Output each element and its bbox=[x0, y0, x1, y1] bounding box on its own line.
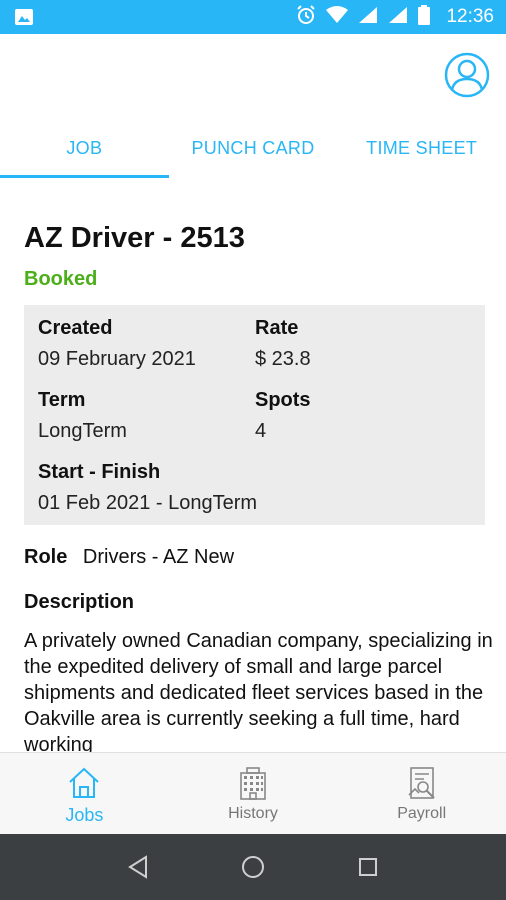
rate-cell: Rate $ 23.8 bbox=[255, 317, 311, 371]
tab-time-sheet[interactable]: TIME SHEET bbox=[337, 120, 506, 182]
back-triangle-icon bbox=[127, 855, 147, 879]
back-button[interactable] bbox=[118, 847, 158, 887]
alarm-icon bbox=[296, 4, 316, 30]
bottom-navigation: Jobs History Payroll bbox=[0, 752, 506, 834]
nav-history-label: History bbox=[228, 805, 278, 822]
spots-label: Spots bbox=[255, 389, 311, 411]
description-text: A privately owned Canadian company, spec… bbox=[24, 630, 493, 752]
battery-icon bbox=[418, 4, 431, 30]
user-icon bbox=[444, 52, 490, 98]
tab-punch-card[interactable]: PUNCH CARD bbox=[169, 120, 338, 182]
role-label: Role bbox=[24, 546, 68, 568]
job-status-badge: Booked bbox=[24, 268, 98, 290]
recents-square-icon bbox=[359, 858, 378, 876]
home-circle-icon bbox=[241, 856, 264, 878]
tab-job[interactable]: JOB bbox=[0, 120, 169, 182]
created-value: 09 February 2021 bbox=[38, 348, 196, 370]
start-finish-value: 01 Feb 2021 - LongTerm bbox=[38, 492, 258, 514]
start-finish-cell: Start - Finish 01 Feb 2021 - LongTerm bbox=[38, 461, 257, 515]
start-finish-label: Start - Finish bbox=[38, 461, 161, 483]
home-button[interactable] bbox=[233, 847, 273, 887]
signal-icon bbox=[358, 6, 378, 29]
created-cell: Created 09 February 2021 bbox=[38, 317, 196, 371]
wifi-icon bbox=[326, 5, 349, 29]
nav-payroll[interactable]: Payroll bbox=[337, 753, 506, 834]
status-time: 12:36 bbox=[446, 6, 494, 27]
created-label: Created bbox=[38, 317, 113, 339]
profile-avatar-button[interactable] bbox=[444, 52, 490, 98]
job-info-box: Created 09 February 2021 Rate $ 23.8 Ter… bbox=[24, 305, 485, 525]
role-value: Drivers - AZ New bbox=[82, 546, 235, 568]
building-icon bbox=[240, 767, 266, 800]
job-detail-content[interactable]: AZ Driver - 2513 Booked Created 09 Febru… bbox=[0, 182, 506, 752]
nav-jobs-label: Jobs bbox=[65, 805, 104, 825]
term-label: Term bbox=[38, 389, 86, 411]
image-notification-icon bbox=[14, 8, 34, 26]
spots-value: 4 bbox=[255, 420, 267, 442]
description-heading: Description bbox=[24, 591, 135, 613]
nav-payroll-label: Payroll bbox=[397, 805, 447, 822]
rate-value: $ 23.8 bbox=[255, 348, 311, 370]
nav-jobs[interactable]: Jobs bbox=[0, 753, 169, 834]
home-icon bbox=[69, 767, 100, 798]
payroll-icon bbox=[408, 767, 435, 799]
signal-icon-2 bbox=[388, 6, 408, 29]
system-navigation-bar bbox=[0, 834, 506, 900]
rate-label: Rate bbox=[255, 317, 299, 339]
role-row: Role Drivers - AZ New bbox=[24, 546, 234, 569]
tab-bar: JOB PUNCH CARD TIME SHEET bbox=[0, 120, 506, 182]
nav-history[interactable]: History bbox=[169, 753, 338, 834]
term-value: LongTerm bbox=[38, 420, 127, 442]
job-title: AZ Driver - 2513 bbox=[24, 222, 245, 254]
status-bar: 12:36 bbox=[0, 0, 506, 34]
spots-cell: Spots 4 bbox=[255, 389, 311, 443]
recents-button[interactable] bbox=[348, 847, 388, 887]
term-cell: Term LongTerm bbox=[38, 389, 127, 443]
